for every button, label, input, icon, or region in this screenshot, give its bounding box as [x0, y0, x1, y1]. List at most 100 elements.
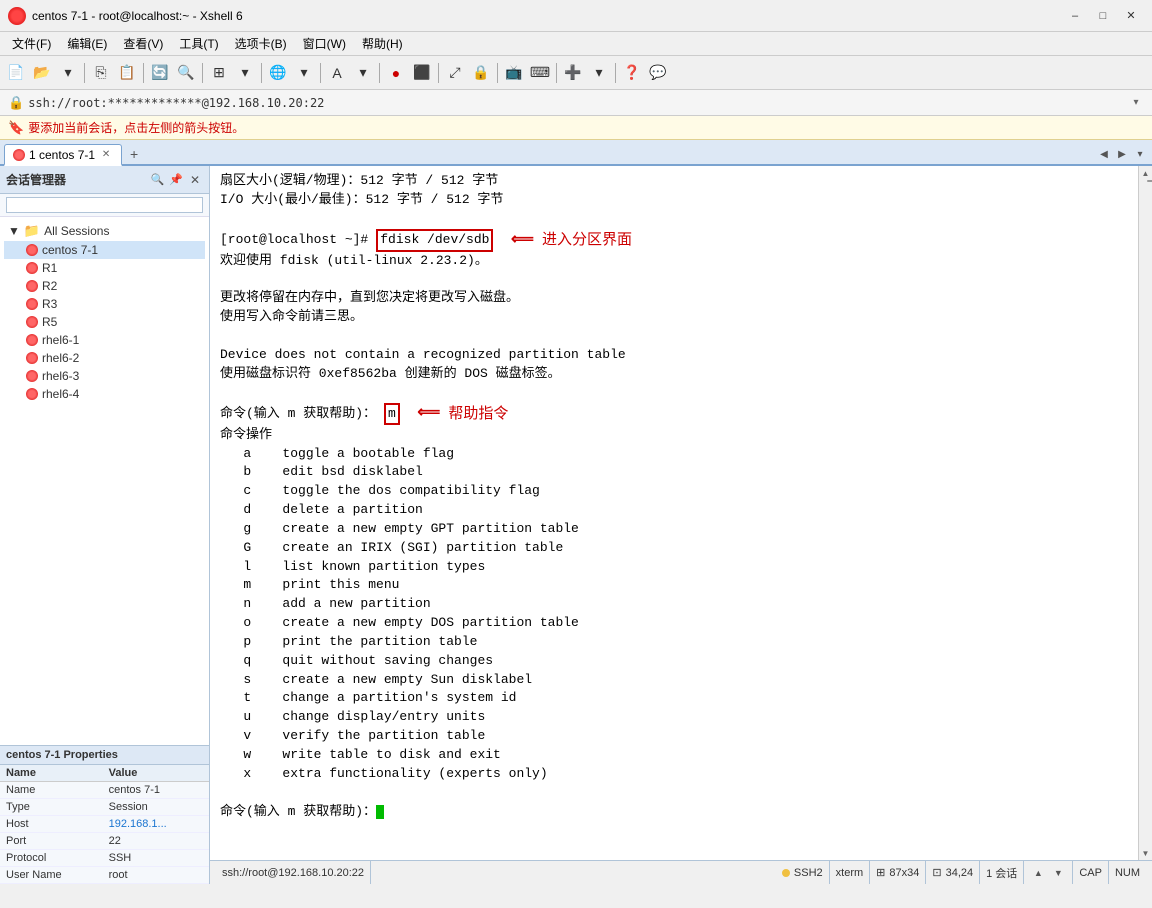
toolbar-open-dropdown[interactable]: ▾ [56, 61, 80, 85]
prop-value: Session [103, 799, 209, 816]
toolbar-sep2 [143, 63, 144, 83]
toolbar-sep3 [202, 63, 203, 83]
terminal-line [220, 327, 1128, 346]
sidebar-title: 会话管理器 [6, 171, 145, 188]
toolbar-globe[interactable]: 🌐 [266, 61, 290, 85]
session-item-r3[interactable]: R3 [4, 295, 205, 313]
tab-next-button[interactable]: ▶ [1114, 144, 1130, 164]
sidebar-search-icon[interactable]: 🔍 [149, 172, 165, 188]
session-dot-rhel61 [26, 334, 38, 346]
cmd-m: m [384, 403, 400, 426]
terminal-line [220, 271, 1128, 290]
toolbar-key[interactable]: ⌨ [528, 61, 552, 85]
toolbar-refresh[interactable]: 🔄 [148, 61, 172, 85]
address-dropdown[interactable]: ▾ [1128, 95, 1144, 111]
session-dot-r1 [26, 262, 38, 274]
menu-tabs[interactable]: 选项卡(B) [227, 33, 295, 54]
sidebar-close-button[interactable]: ✕ [187, 172, 203, 188]
toolbar-chat[interactable]: 💬 [646, 61, 670, 85]
annotation-arrow1: ⟸ [501, 229, 534, 252]
menu-file[interactable]: 文件(F) [4, 33, 59, 54]
terminal-line: 命令操作 [220, 426, 1128, 445]
session-label: rhel6-1 [42, 333, 79, 347]
toolbar-sep7 [438, 63, 439, 83]
toolbar-globe-dropdown[interactable]: ▾ [292, 61, 316, 85]
title-bar: centos 7-1 - root@localhost:~ - Xshell 6… [0, 0, 1152, 32]
tab-menu-button[interactable]: ▾ [1132, 144, 1148, 164]
content-wrapper: 会话管理器 🔍 📌 ✕ ▼ 📁 All Sessions centos 7-1 [0, 166, 1152, 884]
session-item-r2[interactable]: R2 [4, 277, 205, 295]
folder-icon: 📁 [24, 223, 40, 239]
menu-edit[interactable]: 编辑(E) [59, 33, 115, 54]
toolbar-record[interactable]: ● [384, 61, 408, 85]
session-item-centos71[interactable]: centos 7-1 [4, 241, 205, 259]
session-item-rhel64[interactable]: rhel6-4 [4, 385, 205, 403]
session-item-r1[interactable]: R1 [4, 259, 205, 277]
tab-navigation: ◀ ▶ ▾ [1096, 144, 1148, 164]
minimize-button[interactable]: – [1062, 6, 1088, 26]
lock-icon: 🔒 [8, 95, 24, 111]
toolbar-grid[interactable]: ⊞ [207, 61, 231, 85]
session-label: rhel6-3 [42, 369, 79, 383]
prop-key: Type [0, 799, 103, 816]
menu-tools[interactable]: 工具(T) [171, 33, 226, 54]
toolbar-search[interactable]: 🔍 [174, 61, 198, 85]
toolbar-font[interactable]: A [325, 61, 349, 85]
toolbar-plus-dropdown[interactable]: ▾ [587, 61, 611, 85]
tab-add-button[interactable]: + [124, 144, 144, 164]
toolbar-stop[interactable]: ⬛ [410, 61, 434, 85]
terminal-line: p print the partition table [220, 633, 1128, 652]
sidebar-pin-icon[interactable]: 📌 [169, 173, 183, 186]
scroll-down-button[interactable]: ▼ [1139, 846, 1152, 860]
status-up-button[interactable]: ▲ [1030, 865, 1046, 881]
scroll-thumb[interactable] [1147, 180, 1152, 182]
toolbar-lock[interactable]: 🔒 [469, 61, 493, 85]
tab-close-button[interactable]: ✕ [99, 148, 113, 162]
tab-session-icon [13, 149, 25, 161]
session-item-rhel62[interactable]: rhel6-2 [4, 349, 205, 367]
tab-prev-button[interactable]: ◀ [1096, 144, 1112, 164]
toolbar-sep8 [497, 63, 498, 83]
terminal-scrollbar[interactable]: ▲ ▼ [1138, 166, 1152, 860]
maximize-button[interactable]: □ [1090, 6, 1116, 26]
toolbar-expand[interactable]: ⤢ [443, 61, 467, 85]
session-tree: ▼ 📁 All Sessions centos 7-1 R1 R2 [0, 217, 209, 745]
props-col-value: Value [103, 765, 209, 782]
session-item-r5[interactable]: R5 [4, 313, 205, 331]
sidebar-search-input[interactable] [6, 197, 203, 213]
tab-centos71[interactable]: 1 centos 7-1 ✕ [4, 144, 122, 166]
toolbar-plus[interactable]: ➕ [561, 61, 585, 85]
props-col-name: Name [0, 765, 103, 782]
table-row: Protocol SSH [0, 850, 209, 867]
menu-help[interactable]: 帮助(H) [354, 33, 411, 54]
toolbar-new[interactable]: 📄 [4, 61, 28, 85]
toolbar-help[interactable]: ❓ [620, 61, 644, 85]
tab-label: 1 centos 7-1 [29, 148, 95, 162]
terminal-line: v verify the partition table [220, 727, 1128, 746]
terminal-content[interactable]: 扇区大小(逻辑/物理)：512 字节 / 512 字节 I/O 大小(最小/最佳… [210, 166, 1138, 860]
session-dot-rhel62 [26, 352, 38, 364]
toolbar-font-dropdown[interactable]: ▾ [351, 61, 375, 85]
status-down-button[interactable]: ▼ [1050, 865, 1066, 881]
session-dot-r2 [26, 280, 38, 292]
prop-value-host[interactable]: 192.168.1... [103, 816, 209, 833]
toolbar-copy[interactable]: ⎘ [89, 61, 113, 85]
window-controls: – □ ✕ [1062, 6, 1144, 26]
app-icon [8, 7, 26, 25]
close-button[interactable]: ✕ [1118, 6, 1144, 26]
toolbar-open[interactable]: 📂 [30, 61, 54, 85]
toolbar-paste[interactable]: 📋 [115, 61, 139, 85]
session-item-rhel63[interactable]: rhel6-3 [4, 367, 205, 385]
all-sessions-group[interactable]: ▼ 📁 All Sessions [4, 221, 205, 241]
terminal-line: l list known partition types [220, 558, 1128, 577]
sidebar: 会话管理器 🔍 📌 ✕ ▼ 📁 All Sessions centos 7-1 [0, 166, 210, 884]
address-text[interactable]: ssh://root:*************@192.168.10.20:2… [28, 96, 1124, 110]
menu-view[interactable]: 查看(V) [115, 33, 171, 54]
terminal-line [220, 384, 1128, 403]
scroll-up-button[interactable]: ▲ [1139, 166, 1152, 180]
toolbar-grid-dropdown[interactable]: ▾ [233, 61, 257, 85]
terminal-line: w write table to disk and exit [220, 746, 1128, 765]
menu-window[interactable]: 窗口(W) [295, 33, 354, 54]
session-item-rhel61[interactable]: rhel6-1 [4, 331, 205, 349]
toolbar-monitor[interactable]: 📺 [502, 61, 526, 85]
